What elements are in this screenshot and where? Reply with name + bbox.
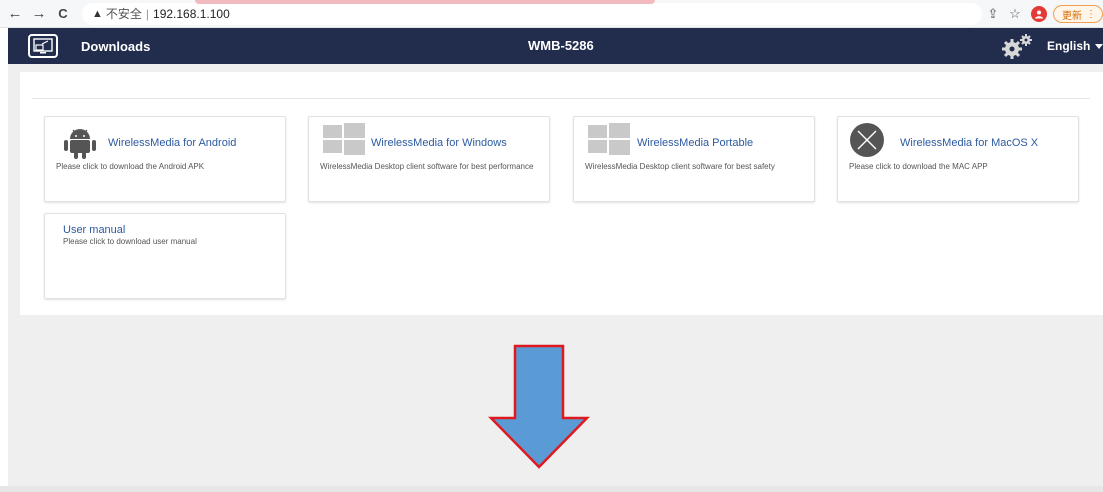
download-card-windows[interactable]: WirelessMedia for Windows WirelessMedia …: [308, 116, 550, 202]
reload-icon[interactable]: C: [52, 3, 74, 25]
bottom-strip: [0, 486, 1103, 492]
url-text[interactable]: 192.168.1.100: [153, 7, 230, 21]
windows-icon: [323, 123, 365, 160]
windows-icon: [588, 123, 630, 160]
share-icon[interactable]: ⇪: [983, 6, 1003, 22]
macos-x-icon: [849, 122, 885, 163]
language-selector[interactable]: English: [1047, 39, 1090, 53]
card-description: Please click to download user manual: [63, 237, 197, 246]
card-description: Please click to download the MAC APP: [849, 162, 988, 171]
panel-divider: [32, 98, 1090, 99]
page-left-margin: [0, 28, 8, 492]
card-title[interactable]: WirelessMedia for MacOS X: [900, 137, 1038, 149]
download-card-user-manual[interactable]: User manual Please click to download use…: [44, 213, 286, 299]
card-description: Please click to download the Android APK: [56, 162, 205, 171]
device-name: WMB-5286: [528, 38, 594, 53]
active-tab-indicator: [195, 0, 655, 4]
chevron-down-icon[interactable]: [1095, 44, 1103, 49]
download-card-portable[interactable]: WirelessMedia Portable WirelessMedia Des…: [573, 116, 815, 202]
screen-share-logo-icon[interactable]: [28, 34, 58, 58]
profile-avatar-icon[interactable]: [1031, 6, 1047, 22]
warning-icon[interactable]: ▲: [92, 8, 103, 20]
update-label: 更新: [1062, 10, 1082, 22]
download-card-android[interactable]: WirelessMedia for Android Please click t…: [44, 116, 286, 202]
security-status[interactable]: 不安全: [106, 5, 142, 22]
browser-actions: ⇪ ☆ 更新 ⋮: [983, 0, 1103, 28]
down-arrow-annotation: [488, 344, 590, 469]
card-title[interactable]: User manual: [63, 224, 125, 236]
card-title[interactable]: WirelessMedia for Windows: [371, 137, 507, 149]
card-title[interactable]: WirelessMedia for Android: [108, 137, 236, 149]
card-description: WirelessMedia Desktop client software fo…: [320, 162, 534, 171]
address-bar[interactable]: ▲ 不安全 | 192.168.1.100: [82, 2, 982, 25]
address-separator: |: [145, 6, 150, 21]
browser-toolbar: ← → C ▲ 不安全 | 192.168.1.100 ⇪ ☆ 更新 ⋮: [0, 0, 1103, 28]
android-icon: [63, 127, 97, 164]
forward-icon[interactable]: →: [28, 3, 50, 25]
settings-gear-icon[interactable]: [998, 32, 1038, 60]
card-description: WirelessMedia Desktop client software fo…: [585, 162, 775, 171]
page-title: Downloads: [81, 38, 151, 54]
card-title[interactable]: WirelessMedia Portable: [637, 137, 753, 149]
app-header: Downloads WMB-5286 English: [8, 28, 1103, 64]
update-button[interactable]: 更新 ⋮: [1053, 5, 1103, 23]
back-icon[interactable]: ←: [4, 3, 26, 25]
bookmark-star-icon[interactable]: ☆: [1005, 6, 1025, 22]
download-card-macos[interactable]: WirelessMedia for MacOS X Please click t…: [837, 116, 1079, 202]
menu-icon[interactable]: ⋮: [1086, 9, 1096, 20]
